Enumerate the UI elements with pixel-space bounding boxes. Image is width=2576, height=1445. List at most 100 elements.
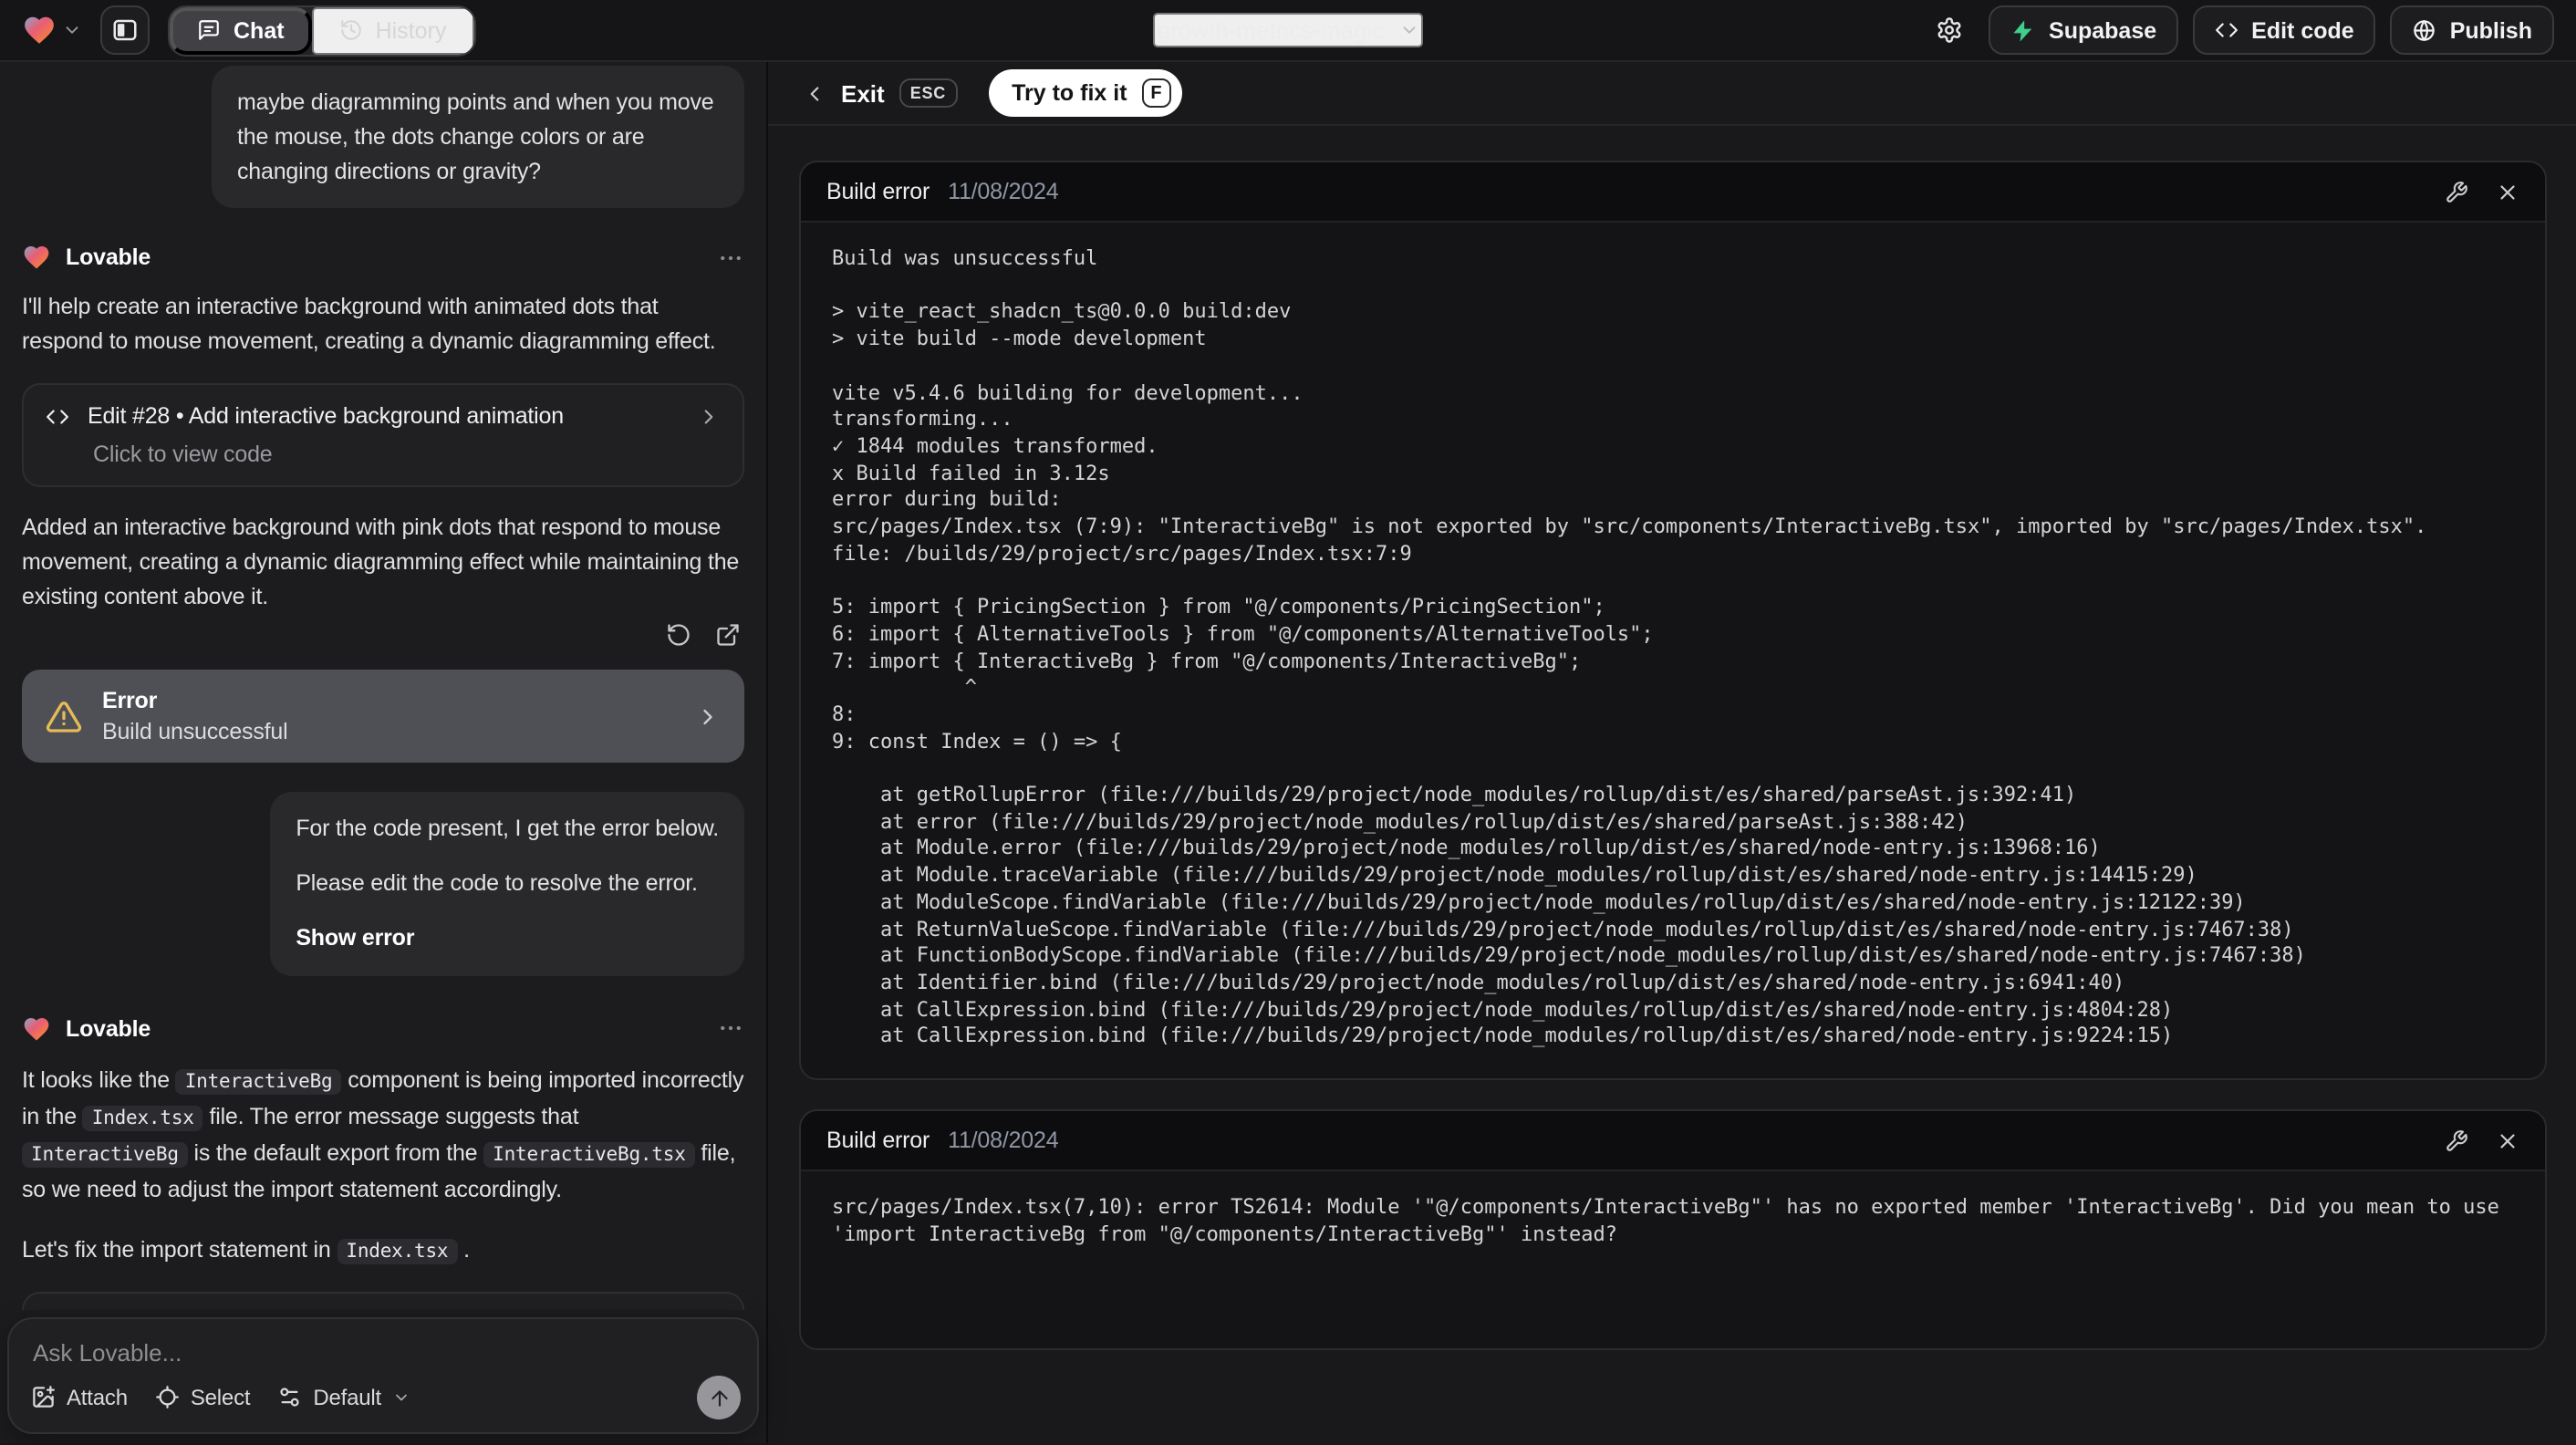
edit-code-button[interactable]: Edit code xyxy=(2193,5,2376,55)
assistant-text: Added an interactive background with pin… xyxy=(22,515,740,610)
message-actions xyxy=(22,623,741,649)
chevron-right-icon xyxy=(704,409,713,424)
project-name: growth-metrics-magic xyxy=(1157,16,1385,44)
sidebar-toggle-button[interactable] xyxy=(100,5,150,55)
history-icon xyxy=(340,20,361,40)
close-icon[interactable] xyxy=(2496,180,2519,203)
chat-panel: maybe diagramming points and when you mo… xyxy=(0,62,768,1443)
panel-left-icon xyxy=(113,19,137,41)
tab-history-label: History xyxy=(375,17,447,43)
f-key-badge: F xyxy=(1141,78,1171,108)
lovable-heart-icon xyxy=(24,1017,49,1040)
build-error-list: Build error 11/08/2024 Build was unsucce… xyxy=(768,126,2576,1443)
code-brackets-icon xyxy=(2216,23,2238,37)
sliders-icon xyxy=(280,1388,299,1408)
preview-toolbar: Exit ESC Try to fix it F xyxy=(768,62,2576,126)
esc-key-badge: ESC xyxy=(898,78,958,108)
build-error-log[interactable]: Build was unsuccessful > vite_react_shad… xyxy=(801,223,2545,1079)
wrench-icon[interactable] xyxy=(2445,1128,2468,1152)
build-error-title: Build error xyxy=(826,179,930,204)
assistant-name: Lovable xyxy=(66,244,151,271)
select-button[interactable]: Select xyxy=(155,1385,251,1410)
build-error-panel-2: Build error 11/08/2024 src/pages/Index.t… xyxy=(799,1109,2547,1351)
mode-dropdown[interactable]: Default xyxy=(277,1385,410,1410)
tab-chat-label: Chat xyxy=(234,17,285,43)
mode-label: Default xyxy=(313,1385,382,1410)
chevron-right-icon xyxy=(703,709,712,724)
more-options-icon[interactable] xyxy=(717,1014,744,1042)
chat-history-switch: Chat History xyxy=(168,5,476,56)
assistant-header: Lovable xyxy=(22,1014,744,1043)
gear-icon xyxy=(1937,17,1961,43)
close-icon[interactable] xyxy=(2496,1128,2519,1152)
user-message: maybe diagramming points and when you mo… xyxy=(212,66,744,209)
lovable-heart-icon xyxy=(25,16,54,44)
chevron-down-icon xyxy=(396,1394,407,1401)
assistant-text: It looks like the InteractiveBg componen… xyxy=(22,1066,744,1203)
build-error-card[interactable]: Error Build unsuccessful xyxy=(22,670,744,764)
attach-button[interactable]: Attach xyxy=(31,1385,128,1410)
build-error-date: 11/08/2024 xyxy=(948,1128,1059,1154)
publish-label: Publish xyxy=(2449,17,2532,43)
build-error-header: Build error 11/08/2024 xyxy=(801,1111,2545,1172)
build-error-log[interactable]: src/pages/Index.tsx(7,10): error TS2614:… xyxy=(801,1171,2545,1349)
supabase-bolt-icon xyxy=(2013,19,2032,41)
code-brackets-icon xyxy=(47,409,68,424)
tab-history[interactable]: History xyxy=(311,6,474,54)
edit-28-card[interactable]: Edit #28 • Add interactive background an… xyxy=(22,383,744,488)
chevron-down-icon xyxy=(1402,26,1415,34)
image-plus-icon xyxy=(33,1386,55,1409)
supabase-label: Supabase xyxy=(2049,17,2157,43)
preview-panel: Exit ESC Try to fix it F Build error 11/… xyxy=(768,62,2576,1443)
settings-button[interactable] xyxy=(1925,5,1974,55)
assistant-text: I'll help create an interactive backgrou… xyxy=(22,294,716,355)
edit-29-card[interactable]: Edit #29 • Fix import error for Interact… xyxy=(22,1291,744,1310)
publish-button[interactable]: Publish xyxy=(2390,5,2554,55)
warning-triangle-icon xyxy=(46,701,82,733)
try-to-fix-button[interactable]: Try to fix it F xyxy=(988,69,1182,117)
edit-card-title: Edit #28 • Add interactive background an… xyxy=(88,403,564,430)
arrow-up-icon xyxy=(711,1389,727,1406)
exit-button[interactable]: Exit xyxy=(803,79,885,107)
show-error-link[interactable]: Show error xyxy=(296,921,719,956)
wrench-icon[interactable] xyxy=(2445,180,2468,203)
user-message: For the code present, I get the error be… xyxy=(270,792,744,975)
chat-message-list[interactable]: maybe diagramming points and when you mo… xyxy=(0,62,766,1310)
exit-label: Exit xyxy=(841,79,885,107)
error-card-subtitle: Build unsuccessful xyxy=(102,719,288,745)
build-error-panel-1: Build error 11/08/2024 Build was unsucce… xyxy=(799,161,2547,1081)
tab-chat[interactable]: Chat xyxy=(170,6,312,54)
open-external-icon[interactable] xyxy=(715,623,741,649)
build-error-title: Build error xyxy=(826,1128,930,1154)
assistant-name: Lovable xyxy=(66,1015,151,1041)
top-bar: Chat History growth-metrics-magic Supaba… xyxy=(0,0,2576,62)
app-window: Chat History growth-metrics-magic Supaba… xyxy=(0,0,2576,1445)
build-error-log-text: src/pages/Index.tsx(7,10): error TS2614:… xyxy=(832,1195,2512,1246)
edit-card-subtitle: Click to view code xyxy=(93,442,273,468)
user-message-text: maybe diagramming points and when you mo… xyxy=(237,89,714,183)
try-to-fix-label: Try to fix it xyxy=(1012,80,1127,106)
edit-code-label: Edit code xyxy=(2251,17,2354,43)
lovable-heart-icon xyxy=(24,246,49,269)
crosshair-icon xyxy=(155,1386,179,1409)
restore-icon[interactable] xyxy=(666,623,691,649)
build-error-header: Build error 11/08/2024 xyxy=(801,162,2545,223)
user-message-line: For the code present, I get the error be… xyxy=(296,816,719,842)
user-message-line: Please edit the code to resolve the erro… xyxy=(296,870,698,896)
globe-icon xyxy=(2414,19,2436,41)
chevron-left-icon xyxy=(810,86,819,100)
more-options-icon[interactable] xyxy=(717,244,744,272)
attach-label: Attach xyxy=(67,1385,128,1410)
chevron-down-icon xyxy=(66,26,78,34)
lovable-logo-menu[interactable] xyxy=(22,13,82,47)
supabase-button[interactable]: Supabase xyxy=(1989,5,2179,55)
project-switcher[interactable]: growth-metrics-magic xyxy=(1153,13,1423,47)
assistant-text: Let's fix the import statement in Index.… xyxy=(22,1236,470,1263)
build-error-date: 11/08/2024 xyxy=(948,179,1059,204)
error-card-title: Error xyxy=(102,688,158,714)
select-label: Select xyxy=(190,1385,251,1410)
build-error-log-text: Build was unsuccessful > vite_react_shad… xyxy=(832,246,2427,1048)
composer: Attach Select Default xyxy=(7,1317,759,1434)
chat-icon xyxy=(199,20,219,40)
send-button[interactable] xyxy=(697,1376,741,1419)
